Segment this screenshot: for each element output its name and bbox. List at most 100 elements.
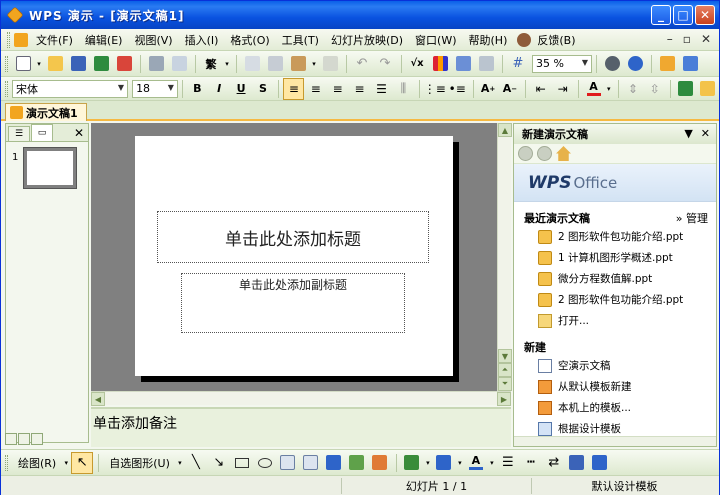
distribute-button[interactable]: ☰ xyxy=(371,78,392,100)
doc-minimize-icon[interactable]: – xyxy=(667,32,673,46)
document-menu-icon[interactable] xyxy=(14,32,28,47)
recent-file-item[interactable]: 1 计算机图形学概述.ppt xyxy=(514,247,716,268)
vertical-scrollbar[interactable]: ▲ ▼ ⏶ ⏷ xyxy=(497,123,512,391)
new-blank-presentation[interactable]: 空演示文稿 xyxy=(514,355,716,376)
draw-font-color-button[interactable]: A xyxy=(465,452,487,474)
numbering-button[interactable]: ⋮≡ xyxy=(424,78,446,100)
dash-style-button[interactable]: ┅ xyxy=(520,452,542,474)
fill-color-button[interactable] xyxy=(401,452,423,474)
slides-tab[interactable]: ▭ xyxy=(31,124,53,141)
wps-app-icon[interactable] xyxy=(6,6,24,24)
paragraph-spacing-button[interactable]: ⇳ xyxy=(644,78,665,100)
autoshapes-dropdown[interactable]: ▾ xyxy=(176,452,184,474)
traditional-dropdown[interactable]: ▾ xyxy=(223,53,231,75)
outline-tab[interactable]: ☰ xyxy=(8,126,30,141)
copy-button[interactable] xyxy=(241,53,263,75)
toolbar-grip[interactable] xyxy=(5,55,8,72)
maximize-button[interactable]: □ xyxy=(673,5,693,25)
sorter-view-button[interactable] xyxy=(18,433,30,445)
slides-pane-close-icon[interactable]: ✕ xyxy=(74,126,84,140)
paste-button[interactable] xyxy=(287,53,309,75)
pdf-button[interactable] xyxy=(113,53,135,75)
format-painter-button[interactable] xyxy=(319,53,341,75)
find-button[interactable] xyxy=(601,53,623,75)
menu-help[interactable]: 帮助(H) xyxy=(463,30,514,50)
increase-font-button[interactable]: A + xyxy=(478,78,499,100)
draw-menu-dropdown[interactable]: ▾ xyxy=(62,452,70,474)
slide-thumbnail[interactable] xyxy=(23,147,77,189)
bold-button[interactable]: B xyxy=(187,78,208,100)
shadow-button[interactable]: S xyxy=(253,78,274,100)
print-button[interactable] xyxy=(145,53,167,75)
task-pane-menu-icon[interactable]: ▼ xyxy=(684,127,692,140)
recent-file-item[interactable]: 2 图形软件包功能介绍.ppt xyxy=(514,226,716,247)
title-placeholder[interactable]: 单击此处添加标题 xyxy=(157,211,429,263)
menu-format[interactable]: 格式(O) xyxy=(224,30,275,50)
notes-pane[interactable]: 单击添加备注 xyxy=(91,407,511,447)
menu-slideshow[interactable]: 幻灯片放映(D) xyxy=(325,30,409,50)
scroll-down-icon[interactable]: ▼ xyxy=(498,349,512,363)
textbox-tool-button[interactable] xyxy=(277,452,299,474)
hyperlink-button[interactable] xyxy=(475,53,497,75)
close-button[interactable]: ✕ xyxy=(695,5,715,25)
slide-design-button[interactable] xyxy=(675,78,696,100)
line-style-button[interactable]: ☰ xyxy=(497,452,519,474)
justify-button[interactable]: ≡ xyxy=(349,78,370,100)
formula-button[interactable]: √x xyxy=(406,53,428,75)
new-button[interactable] xyxy=(12,53,34,75)
document-tab[interactable]: 演示文稿1 xyxy=(5,103,87,121)
back-icon[interactable] xyxy=(518,146,533,161)
recent-file-item[interactable]: 微分方程数值解.ppt xyxy=(514,268,716,289)
paste-dropdown[interactable]: ▾ xyxy=(310,53,318,75)
scroll-right-icon[interactable]: ▶ xyxy=(497,392,511,406)
select-objects-button[interactable]: ↖ xyxy=(71,451,94,474)
grid-button[interactable]: # xyxy=(507,53,529,75)
menu-window[interactable]: 窗口(W) xyxy=(409,30,462,50)
underline-button[interactable]: U xyxy=(231,78,252,100)
fill-color-dropdown[interactable]: ▾ xyxy=(424,452,432,474)
table-button[interactable] xyxy=(452,53,474,75)
manage-link[interactable]: » 管理 xyxy=(676,210,708,226)
scroll-left-icon[interactable]: ◀ xyxy=(91,392,105,406)
draw-menu[interactable]: 绘图(R) xyxy=(12,453,62,473)
line-color-button[interactable] xyxy=(433,452,455,474)
rectangle-tool-button[interactable] xyxy=(231,452,253,474)
menu-view[interactable]: 视图(V) xyxy=(128,30,178,50)
traditional-chinese-button[interactable]: 繁 xyxy=(200,53,222,75)
chart-button[interactable] xyxy=(429,53,451,75)
menu-tools[interactable]: 工具(T) xyxy=(276,30,325,50)
line-tool-button[interactable]: ╲ xyxy=(185,452,207,474)
home-icon[interactable] xyxy=(556,146,571,161)
doc-restore-icon[interactable]: ▫ xyxy=(683,32,691,46)
new-dropdown[interactable]: ▾ xyxy=(35,53,43,75)
arrow-tool-button[interactable]: ↘ xyxy=(208,452,230,474)
picture-button[interactable] xyxy=(369,452,391,474)
task-pane-close-icon[interactable]: ✕ xyxy=(701,127,710,140)
column-button[interactable]: ⫼ xyxy=(393,78,414,100)
menu-insert[interactable]: 插入(I) xyxy=(179,30,225,50)
redo-button[interactable]: ↷ xyxy=(374,53,396,75)
open-file-link[interactable]: 打开... xyxy=(514,310,716,331)
align-center-button[interactable]: ≡ xyxy=(305,78,326,100)
ellipse-tool-button[interactable] xyxy=(254,452,276,474)
menu-edit[interactable]: 编辑(E) xyxy=(79,30,129,50)
drawing-toolbar-grip[interactable] xyxy=(5,454,8,471)
3d-style-button[interactable] xyxy=(589,452,611,474)
task-pane-scrollbar[interactable] xyxy=(514,436,716,446)
menu-file[interactable]: 文件(F) xyxy=(30,30,79,50)
decrease-indent-button[interactable]: ⇤ xyxy=(530,78,551,100)
scroll-up-icon[interactable]: ▲ xyxy=(498,123,512,137)
line-color-dropdown[interactable]: ▾ xyxy=(456,452,464,474)
font-size-select[interactable]: 18 ▼ xyxy=(132,79,178,98)
prev-slide-icon[interactable]: ⏶ xyxy=(498,363,512,377)
undo-button[interactable]: ↶ xyxy=(351,53,373,75)
local-templates[interactable]: 本机上的模板... xyxy=(514,397,716,418)
help-button[interactable] xyxy=(624,53,646,75)
autoshapes-menu[interactable]: 自选图形(U) xyxy=(103,453,176,473)
line-spacing-button[interactable]: ⇕ xyxy=(623,78,644,100)
cut-button[interactable] xyxy=(264,53,286,75)
menu-grip[interactable] xyxy=(7,31,10,48)
new-slide-button[interactable] xyxy=(697,78,718,100)
decrease-font-button[interactable]: A − xyxy=(499,78,520,100)
font-name-select[interactable]: 宋体 ▼ xyxy=(11,79,129,98)
